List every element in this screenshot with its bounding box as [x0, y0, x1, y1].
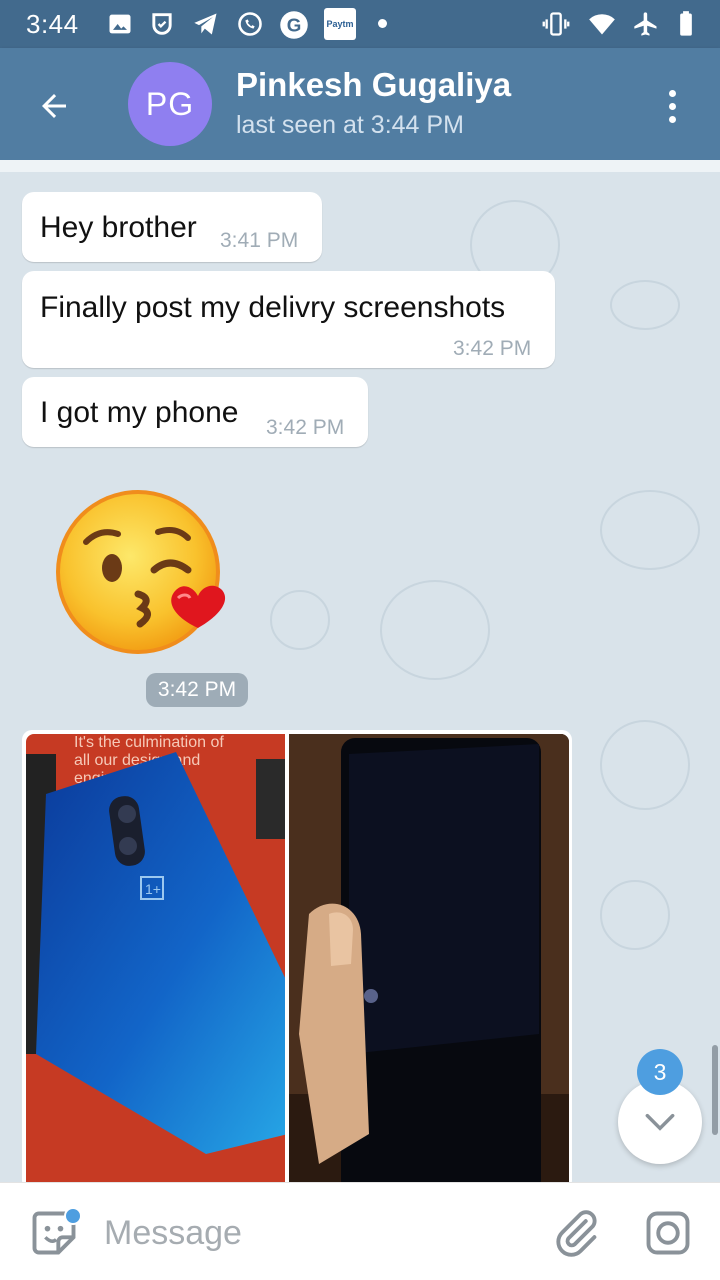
google-icon: G: [280, 11, 308, 39]
message-time: 3:42 PM: [266, 416, 345, 439]
airplane-icon: [634, 12, 657, 36]
background-doodle: [600, 880, 670, 950]
image-icon: [109, 14, 131, 34]
message-time: 3:42 PM: [453, 337, 532, 360]
photo-oneplus-back[interactable]: It's the culmination of all our design a…: [26, 734, 285, 1182]
paytm-shield-icon: [152, 13, 172, 35]
phone-back-image: 1+: [26, 752, 285, 1154]
battery-icon: [680, 11, 692, 36]
back-button[interactable]: [26, 78, 82, 134]
message-time: 3:41 PM: [220, 229, 299, 252]
wifi-icon: [589, 14, 615, 35]
background-doodle: [380, 580, 490, 680]
unread-count-badge: 3: [637, 1049, 683, 1095]
message-input[interactable]: [104, 1207, 524, 1259]
kissing-face-emoji[interactable]: [52, 486, 232, 666]
telegram-icon: [194, 13, 217, 35]
whatsapp-icon: [238, 12, 262, 36]
emoji-time: 3:42 PM: [146, 673, 248, 707]
message-bubble[interactable]: I got my phone 3:42 PM: [22, 377, 368, 447]
chat-header: PG Pinkesh Gugaliya last seen at 3:44 PM: [0, 48, 720, 160]
status-time: 3:44: [26, 9, 79, 39]
svg-text:G: G: [287, 14, 302, 35]
phone-front-image: [289, 734, 569, 1182]
dot-icon: [378, 19, 387, 28]
vibrate-icon: [542, 12, 570, 36]
chat-scrollbar[interactable]: [712, 1045, 718, 1135]
arrow-back-icon: [42, 94, 66, 118]
last-seen-status: last seen at 3:44 PM: [236, 111, 464, 139]
message-bubble[interactable]: Hey brother 3:41 PM: [22, 192, 322, 262]
background-doodle: [270, 590, 330, 650]
camera-icon[interactable]: [642, 1207, 694, 1259]
paperclip-icon[interactable]: [550, 1207, 602, 1259]
message-text: I got my phone: [40, 396, 239, 429]
chevron-down-icon: [645, 1113, 675, 1131]
message-input-bar: [0, 1182, 720, 1280]
new-sticker-dot: [64, 1207, 82, 1225]
avatar[interactable]: PG: [128, 62, 212, 146]
status-bar: 3:44 G Paytm: [0, 0, 720, 48]
background-doodle: [600, 490, 700, 570]
message-text: Hey brother: [40, 211, 197, 244]
message-text: Finally post my delivry screenshots: [40, 291, 506, 324]
background-doodle: [610, 280, 680, 330]
contact-name[interactable]: Pinkesh Gugaliya: [236, 66, 511, 104]
photo-album[interactable]: It's the culmination of all our design a…: [22, 730, 572, 1182]
chat-messages-area[interactable]: Hey brother 3:41 PM Finally post my deli…: [0, 160, 720, 1182]
photo-phone-front[interactable]: [289, 734, 569, 1182]
more-vert-icon: [668, 89, 676, 97]
message-bubble[interactable]: Finally post my delivry screenshots 3:42…: [22, 271, 555, 368]
chat-top-divider: [0, 160, 720, 172]
background-doodle: [600, 720, 690, 810]
svg-text:1+: 1+: [145, 881, 161, 897]
paytm-icon: Paytm: [324, 8, 356, 40]
more-options-button[interactable]: [650, 78, 694, 134]
